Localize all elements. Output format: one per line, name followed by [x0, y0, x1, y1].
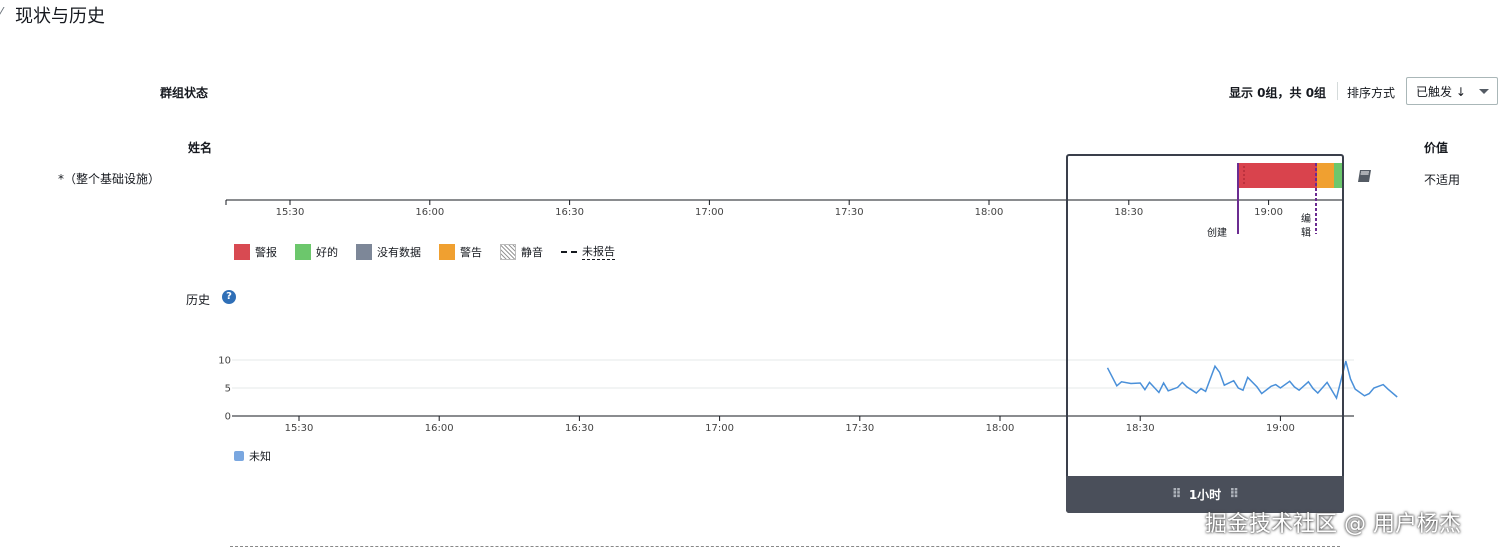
x-tick-label: 16:00: [425, 423, 454, 434]
bottom-dashed-border: [230, 546, 1340, 547]
x-tick-label: 17:00: [705, 423, 734, 434]
grip-right-icon[interactable]: ⠿: [1229, 487, 1239, 502]
x-tick-label: 16:30: [565, 423, 594, 434]
history-legend-swatch: [234, 451, 244, 461]
x-tick-label: 17:30: [845, 423, 874, 434]
history-legend-item[interactable]: 未知: [234, 448, 271, 464]
x-tick-label: 15:30: [285, 423, 314, 434]
y-tick-label: 10: [218, 356, 231, 367]
y-tick-label: 5: [225, 384, 231, 395]
history-legend-label: 未知: [249, 450, 271, 463]
zoom-range-label: 1小时: [1188, 488, 1222, 502]
y-tick-label: 0: [225, 412, 231, 423]
watermark: 掘金技术社区 @ 用户杨杰: [1205, 512, 1461, 537]
x-tick-label: 18:00: [986, 423, 1015, 434]
zoom-selection-window[interactable]: [1066, 154, 1344, 513]
grip-left-icon[interactable]: ⠿: [1172, 487, 1182, 502]
